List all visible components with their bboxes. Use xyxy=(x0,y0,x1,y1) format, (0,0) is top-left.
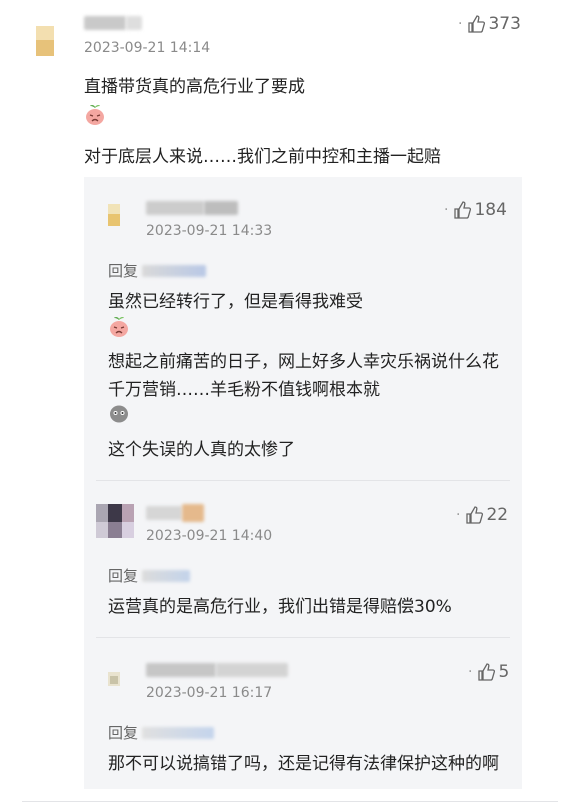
username[interactable] xyxy=(84,16,126,30)
reply-target-name[interactable] xyxy=(142,569,191,582)
reply-target-name[interactable] xyxy=(142,264,207,277)
username[interactable] xyxy=(146,663,216,677)
sad-sprout-emoji xyxy=(86,105,104,125)
like-count: 184 xyxy=(474,200,507,220)
divider xyxy=(96,637,510,638)
avatar[interactable] xyxy=(96,198,138,240)
comment-date: 2023-09-21 14:33 xyxy=(146,223,273,239)
comment-text-line: 运营真的是高危行业，我们出错是得赔偿30% xyxy=(108,597,452,617)
avatar[interactable] xyxy=(96,502,138,544)
comment-text-line: 那不可以说搞错了吗，还是记得有法律保护这种的啊 xyxy=(108,754,499,774)
comment-text-line: 对于底层人来说……我们之前中控和主播一起赔 xyxy=(84,147,441,167)
comment-date: 2023-09-21 16:17 xyxy=(146,685,273,701)
like-count: 22 xyxy=(486,505,509,525)
like-count: 5 xyxy=(498,662,510,682)
thumbs-up-icon xyxy=(468,15,486,33)
comment-text-line: 这个失误的人真的太惨了 xyxy=(108,440,295,460)
username[interactable] xyxy=(146,201,204,215)
reply-to[interactable]: 回复 xyxy=(108,260,207,281)
like-button[interactable]: · 5 xyxy=(468,662,509,682)
like-button[interactable]: · 22 xyxy=(456,505,508,525)
reply-to[interactable]: 回复 xyxy=(108,722,215,743)
thumbs-up-icon xyxy=(478,663,496,681)
like-count: 373 xyxy=(488,14,521,34)
username[interactable] xyxy=(146,506,182,520)
comment-date: 2023-09-21 14:40 xyxy=(146,528,273,544)
comment-date: 2023-09-21 14:14 xyxy=(84,40,211,56)
sad-sprout-emoji xyxy=(110,317,128,337)
comment-text-line: 直播带货真的高危行业了要成 xyxy=(84,77,305,97)
thumbs-up-icon xyxy=(454,201,472,219)
thumbs-up-icon xyxy=(466,506,484,524)
comment-text-line: 千万营销……羊毛粉不值钱啊根本就 xyxy=(108,380,380,400)
avatar[interactable] xyxy=(96,660,138,702)
divider xyxy=(96,480,510,481)
grey-blob-emoji xyxy=(110,405,128,423)
comment-text-line: 想起之前痛苦的日子，网上好多人幸灾乐祸说什么花 xyxy=(108,352,499,372)
avatar[interactable] xyxy=(24,22,66,64)
divider xyxy=(22,801,558,802)
like-button[interactable]: · 373 xyxy=(458,14,521,34)
comment-text-line: 虽然已经转行了，但是看得我难受 xyxy=(108,292,363,312)
reply-target-name[interactable] xyxy=(142,726,215,739)
reply-to[interactable]: 回复 xyxy=(108,565,191,586)
like-button[interactable]: · 184 xyxy=(444,200,507,220)
